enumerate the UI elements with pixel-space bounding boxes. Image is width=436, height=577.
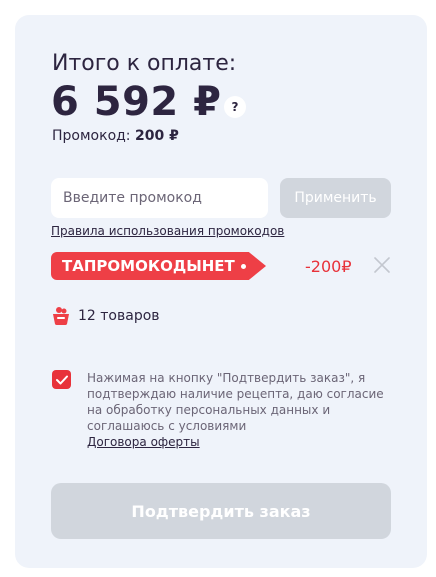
applied-promo-tag: ТАПРОМОКОДЫНЕТ [51,252,266,280]
consent-checkbox[interactable] [52,370,71,389]
promo-summary-label: Промокод: [52,128,131,144]
promo-discount: -200₽ [305,257,352,276]
order-summary-card: Итого к оплате: 6 592 ₽ ? Промокод: 200 … [15,15,427,568]
applied-promo-code: ТАПРОМОКОДЫНЕТ [62,257,235,275]
items-count: 12 товаров [78,308,160,324]
promo-summary: Промокод: 200 ₽ [52,128,179,144]
consent-body: Нажимая на кнопку "Подтвердить заказ", я… [87,371,384,433]
summary-title: Итого к оплате: [52,51,237,76]
confirm-order-button[interactable]: Подтвердить заказ [51,483,391,539]
help-icon[interactable]: ? [224,96,246,118]
close-icon[interactable] [373,256,391,274]
basket-icon [53,307,69,325]
promo-rules-link[interactable]: Правила использования промокодов [51,224,284,238]
promo-summary-value: 200 ₽ [134,128,179,144]
checkmark-icon [55,375,68,384]
offer-agreement-link[interactable]: Договора оферты [87,434,387,450]
tag-hole-icon [240,263,246,269]
apply-promo-button[interactable]: Применить [280,178,391,218]
total-amount: 6 592 ₽ [51,79,222,125]
consent-text: Нажимая на кнопку "Подтвердить заказ", я… [87,370,387,450]
promo-code-input[interactable] [51,178,268,218]
